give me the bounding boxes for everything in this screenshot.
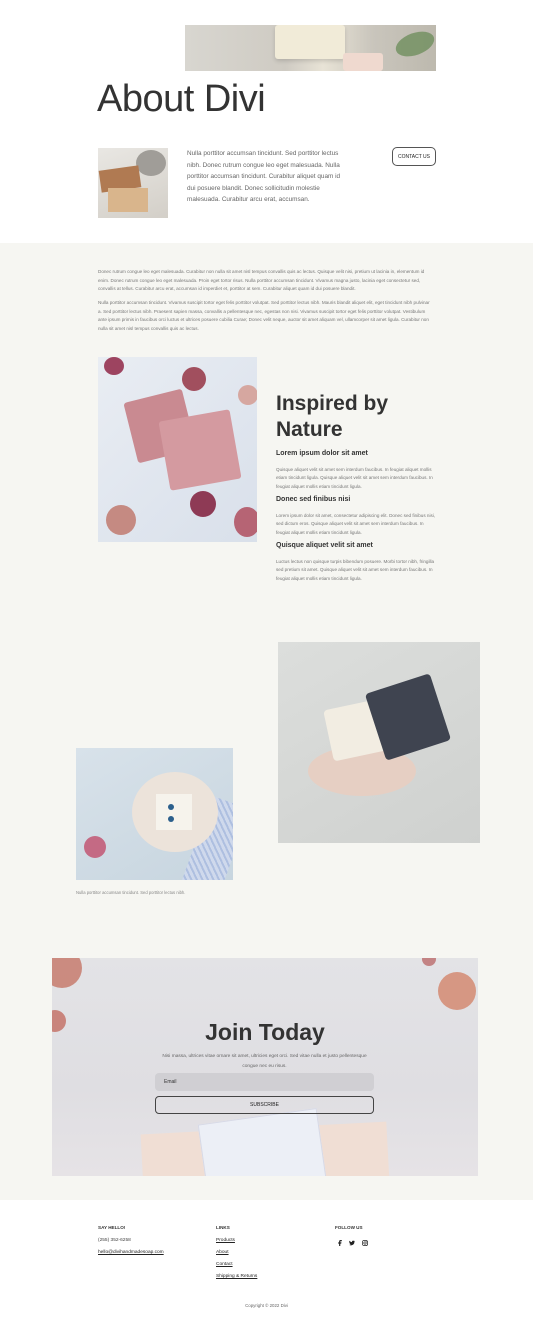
copyright-text: Copyright © 2022 Divi: [245, 1303, 288, 1308]
feature-text-2: Lorem ipsum dolor sit amet, consectetur …: [276, 513, 436, 535]
page-title: About Divi: [97, 78, 266, 120]
footer-phone: (255) 352-6258: [98, 1238, 131, 1243]
footer-follow-heading: FOLLOW US: [335, 1225, 363, 1230]
gallery-image-dish-soap: [76, 748, 233, 880]
email-input[interactable]: [155, 1073, 374, 1091]
footer-links-heading: LINKS: [216, 1225, 230, 1230]
footer-link-about[interactable]: About: [216, 1250, 229, 1255]
feature-heading-3: Quisque aliquet velit sit amet: [276, 542, 373, 549]
footer-link-contact[interactable]: Contact: [216, 1262, 233, 1267]
feature-heading-2: Donec sed finibus nisi: [276, 496, 351, 503]
twitter-icon[interactable]: [348, 1239, 356, 1247]
footer-say-hello-heading: SAY HELLO!: [98, 1225, 126, 1230]
contact-us-button[interactable]: CONTACT US: [392, 147, 436, 166]
about-paragraph-2: Nulla porttitor accumsan tincidunt. Viva…: [98, 300, 430, 331]
intro-soap-image: [98, 148, 168, 218]
footer-email-link[interactable]: hello@divihandmadesoap.com: [98, 1250, 164, 1255]
join-text: Nisi massa, ultrices vitae ornare sit am…: [162, 1054, 367, 1069]
gallery-caption: Nulla porttitor accumsan tincidunt. Sed …: [76, 890, 186, 895]
inspired-title-line2: Nature: [276, 418, 343, 441]
pink-soap-image: [98, 357, 257, 542]
gallery-image-charcoal-soap: [278, 642, 480, 843]
feature-heading-1: Lorem ipsum dolor sit amet: [276, 450, 368, 457]
feature-text-1: Quisque aliquet velit sit amet sem inter…: [276, 467, 433, 489]
intro-text: Nulla porttitor accumsan tincidunt. Sed …: [187, 150, 341, 204]
instagram-icon[interactable]: [361, 1239, 369, 1247]
hero-soap-image: [185, 25, 436, 71]
facebook-icon[interactable]: [336, 1239, 344, 1247]
inspired-title: Inspired by Nature: [276, 391, 388, 443]
footer-link-shipping-returns[interactable]: Shipping & Returns: [216, 1274, 257, 1279]
feature-text-3: Luctus lectus non quisque turpis bibendu…: [276, 559, 435, 581]
footer-link-products[interactable]: Products: [216, 1238, 235, 1243]
subscribe-button[interactable]: SUBSCRIBE: [155, 1096, 374, 1114]
about-paragraph-1: Donec rutrum congue leo eget malesuada. …: [98, 269, 425, 292]
join-title: Join Today: [205, 1019, 325, 1045]
inspired-title-line1: Inspired by: [276, 392, 389, 415]
